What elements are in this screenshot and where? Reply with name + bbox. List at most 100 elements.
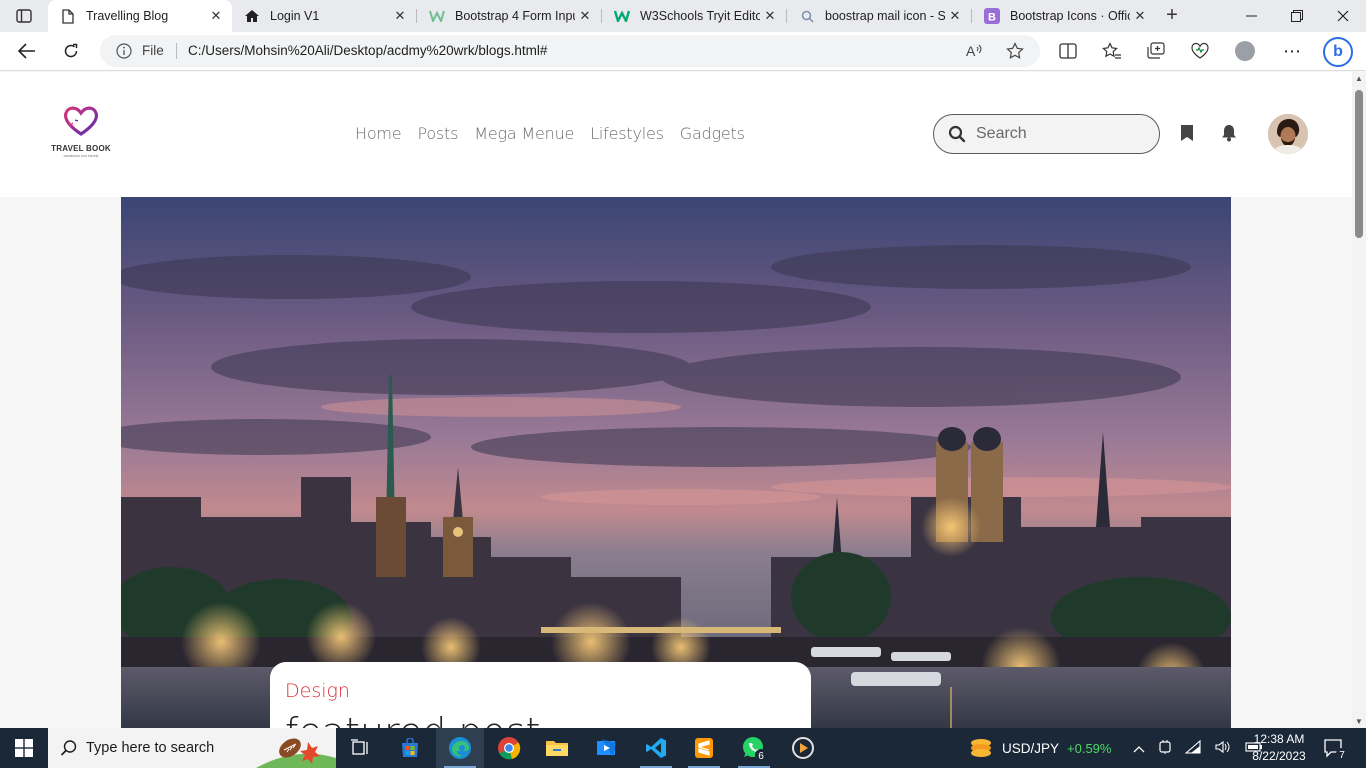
post-title[interactable]: featured post (285, 710, 540, 728)
tab-travelling-blog[interactable]: Travelling Blog ✕ (48, 0, 232, 32)
address-bar[interactable]: File C:/Users/Mohsin%20Ali/Desktop/acdmy… (100, 35, 1040, 67)
edge-taskbar-icon[interactable] (436, 728, 484, 768)
collections-icon[interactable] (1145, 40, 1167, 62)
page-scrollbar[interactable]: ▲ ▼ (1352, 72, 1366, 728)
tab-bootstrap-mail-search[interactable]: boostrap mail icon - S ✕ (787, 0, 971, 32)
favorite-star-icon[interactable] (1005, 41, 1025, 61)
browser-essentials-icon[interactable] (1189, 40, 1211, 62)
logo-name: TRAVEL BOOK (51, 144, 111, 153)
nav-home[interactable]: Home (355, 124, 402, 143)
close-icon[interactable]: ✕ (206, 6, 226, 26)
site-search[interactable] (933, 114, 1160, 154)
file-explorer-icon[interactable] (533, 728, 581, 768)
split-screen-icon[interactable] (1057, 40, 1079, 62)
refresh-button[interactable] (56, 36, 86, 66)
search-highlight-icon (256, 728, 336, 768)
restore-button[interactable] (1274, 0, 1320, 32)
tab-w3schools[interactable]: W3Schools Tryit Editor ✕ (602, 0, 786, 32)
file-scheme-label: File (142, 43, 164, 58)
url-text[interactable]: C:/Users/Mohsin%20Ali/Desktop/acdmy%20wr… (188, 43, 547, 58)
bookmark-icon[interactable] (1180, 124, 1198, 144)
svg-text:A: A (966, 43, 976, 59)
tab-title: W3Schools Tryit Editor (640, 9, 760, 23)
bing-copilot-icon[interactable]: b (1322, 36, 1354, 68)
scroll-thumb[interactable] (1355, 90, 1363, 238)
search-icon (60, 739, 78, 757)
close-icon[interactable]: ✕ (390, 6, 410, 26)
vscode-taskbar-icon[interactable] (632, 728, 680, 768)
site-header: TRAVEL BOOK cardamom tour travels Home P… (0, 72, 1352, 197)
stock-widget[interactable]: USD/JPY +0.59% (968, 728, 1111, 768)
read-aloud-icon[interactable]: A (964, 41, 984, 61)
scroll-down-arrow-icon[interactable]: ▼ (1355, 717, 1363, 726)
sublime-text-icon[interactable] (680, 728, 728, 768)
browser-toolbar: File C:/Users/Mohsin%20Ali/Desktop/acdmy… (0, 32, 1366, 71)
featured-post-card[interactable]: Design featured post (270, 662, 811, 728)
heart-logo-icon (63, 106, 99, 136)
minimize-button[interactable] (1228, 0, 1274, 32)
main-nav: Home Posts Mega Menue Lifestyles Gadgets (355, 124, 745, 143)
nav-lifestyles[interactable]: Lifestyles (590, 124, 664, 143)
volume-icon[interactable] (1215, 740, 1231, 757)
logo-tagline: cardamom tour travels (63, 154, 99, 158)
stock-change: +0.59% (1067, 740, 1112, 756)
favorites-icon[interactable] (1101, 40, 1123, 62)
windows-logo-icon (15, 739, 33, 757)
page-viewport: TRAVEL BOOK cardamom tour travels Home P… (0, 72, 1352, 728)
tab-actions-icon[interactable] (8, 4, 40, 28)
close-icon[interactable]: ✕ (1130, 6, 1150, 26)
taskbar-search[interactable] (48, 728, 336, 768)
media-app-icon[interactable] (583, 728, 631, 768)
hero-image (121, 197, 1231, 728)
clock-time: 12:38 AM (1253, 732, 1305, 746)
page-icon (60, 8, 76, 24)
clock-date: 8/22/2023 (1252, 749, 1306, 763)
microsoft-store-icon[interactable] (386, 728, 434, 768)
taskbar-clock[interactable]: 12:38 AM 8/22/2023 (1243, 731, 1315, 765)
home-icon (244, 8, 260, 24)
close-icon[interactable]: ✕ (945, 6, 965, 26)
nav-posts[interactable]: Posts (417, 124, 458, 143)
device-icon[interactable] (1159, 739, 1171, 758)
media-player-icon[interactable] (779, 728, 827, 768)
chevron-up-icon[interactable] (1133, 741, 1145, 756)
new-tab-button[interactable]: + (1160, 4, 1184, 28)
currency-coins-icon (971, 739, 991, 757)
nav-mega-menu[interactable]: Mega Menue (474, 124, 574, 143)
tab-bootstrap-icons[interactable]: B Bootstrap Icons · Offic ✕ (972, 0, 1156, 32)
scroll-up-arrow-icon[interactable]: ▲ (1355, 74, 1363, 83)
site-logo[interactable]: TRAVEL BOOK cardamom tour travels (48, 102, 114, 160)
bootstrap-icon: B (984, 8, 1000, 24)
taskbar-search-input[interactable] (86, 740, 266, 756)
notification-count: 7 (1339, 750, 1345, 761)
user-avatar[interactable] (1268, 114, 1308, 154)
chrome-taskbar-icon[interactable] (485, 728, 533, 768)
wifi-icon[interactable] (1184, 739, 1201, 757)
notification-center-icon[interactable]: 7 (1320, 734, 1350, 762)
profile-icon[interactable] (1234, 40, 1256, 62)
whatsapp-taskbar-icon[interactable]: 6 (730, 728, 778, 768)
back-button[interactable] (12, 36, 42, 66)
tab-login[interactable]: Login V1 ✕ (232, 0, 416, 32)
more-options-icon[interactable]: ⋯ (1281, 40, 1303, 62)
notification-bell-icon[interactable] (1221, 124, 1239, 144)
w3-icon (614, 8, 630, 24)
search-icon (799, 8, 815, 24)
profile-avatar (1235, 41, 1255, 61)
info-icon[interactable] (116, 43, 132, 59)
w-icon (429, 8, 445, 24)
tab-title: Bootstrap 4 Form Inpu (455, 9, 575, 23)
close-icon[interactable]: ✕ (575, 6, 595, 26)
search-input[interactable] (976, 124, 1146, 144)
start-button[interactable] (0, 728, 48, 768)
close-icon[interactable]: ✕ (760, 6, 780, 26)
task-view-icon[interactable] (336, 728, 384, 768)
post-category[interactable]: Design (285, 680, 350, 702)
nav-gadgets[interactable]: Gadgets (680, 124, 745, 143)
tab-title: Travelling Blog (86, 9, 169, 23)
tab-title: boostrap mail icon - S (825, 9, 945, 23)
address-separator (176, 43, 177, 59)
tab-bootstrap-form[interactable]: Bootstrap 4 Form Inpu ✕ (417, 0, 601, 32)
browser-tab-strip: Travelling Blog ✕ Login V1 ✕ Bootstrap 4… (0, 0, 1366, 32)
close-window-button[interactable] (1320, 0, 1366, 32)
